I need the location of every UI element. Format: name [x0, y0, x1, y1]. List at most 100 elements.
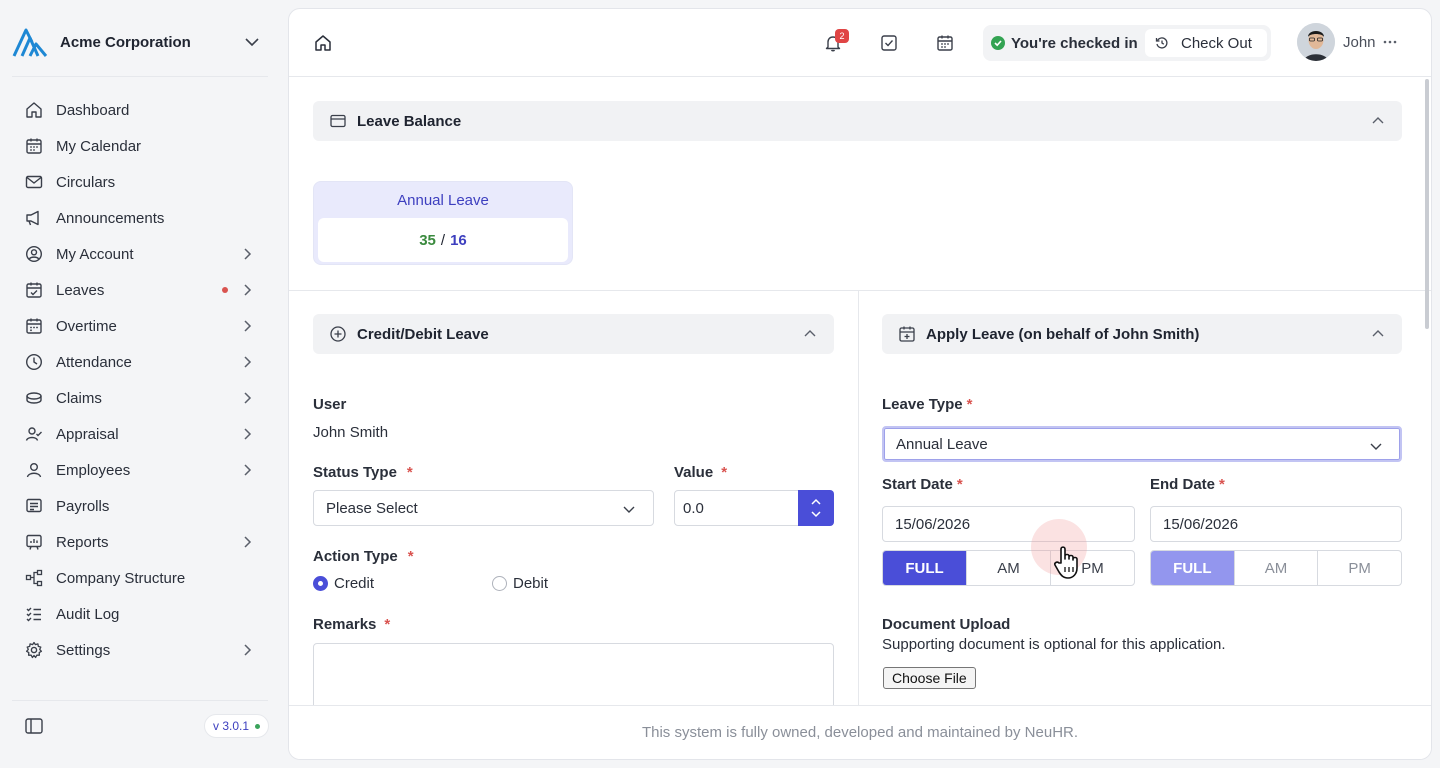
sidebar-item-appraisal[interactable]: Appraisal	[12, 416, 268, 452]
sidebar-item-my-account[interactable]: My Account	[12, 236, 268, 272]
chevron-down-icon[interactable]	[242, 32, 262, 52]
credit-debit-header[interactable]: Credit/Debit Leave	[313, 314, 834, 354]
action-type-label: Action Type *	[313, 548, 414, 565]
home-icon[interactable]	[313, 33, 333, 53]
org-name: Acme Corporation	[60, 33, 191, 51]
leave-balance-value: 35 / 16	[318, 218, 568, 262]
plus-circle-icon	[330, 326, 346, 342]
top-bar: 2 You're checked in Check Out John	[289, 9, 1431, 77]
user-name[interactable]: John	[1343, 34, 1376, 51]
sidebar-item-label: Circulars	[56, 173, 116, 191]
sidebar-item-attendance[interactable]: Attendance	[12, 344, 268, 380]
radio-credit[interactable]: Credit	[313, 575, 374, 592]
document-upload-label: Document Upload	[882, 616, 1011, 633]
scrollbar[interactable]	[1425, 79, 1429, 329]
sidebar-item-claims[interactable]: Claims	[12, 380, 268, 416]
chevron-up-icon[interactable]	[1370, 326, 1386, 342]
check-out-button[interactable]: Check Out	[1145, 29, 1267, 57]
label-text: Action Type	[313, 548, 398, 565]
sidebar-item-reports[interactable]: Reports	[12, 524, 268, 560]
section-title: Credit/Debit Leave	[357, 325, 489, 343]
chevron-right-icon	[244, 356, 252, 368]
chevron-up-icon[interactable]	[810, 498, 822, 506]
required-mark: *	[956, 476, 963, 493]
avatar[interactable]	[1297, 23, 1335, 61]
radio-label: Credit	[334, 575, 375, 592]
label-text: Remarks	[313, 616, 377, 633]
divider	[12, 76, 268, 77]
apply-leave-header[interactable]: Apply Leave (on behalf of John Smith)	[882, 314, 1402, 354]
sidebar-item-leaves[interactable]: Leaves	[12, 272, 268, 308]
sidebar-item-dashboard[interactable]: Dashboard	[12, 92, 268, 128]
sidebar-item-payrolls[interactable]: Payrolls	[12, 488, 268, 524]
sidebar-item-company-structure[interactable]: Company Structure	[12, 560, 268, 596]
chevron-right-icon	[244, 464, 252, 476]
radio-label: Debit	[513, 575, 549, 592]
segment-am[interactable]: AM	[1233, 551, 1318, 585]
sidebar-item-label: Attendance	[56, 353, 132, 371]
org-switcher[interactable]: Acme Corporation	[12, 20, 272, 64]
check-out-label: Check Out	[1181, 34, 1252, 52]
segment-full[interactable]: FULL	[883, 551, 966, 585]
section-title: Leave Balance	[357, 112, 462, 130]
radio-button[interactable]	[492, 576, 507, 591]
segment-pm[interactable]: PM	[1317, 551, 1401, 585]
mail-icon	[24, 172, 44, 192]
user-check-icon	[24, 424, 44, 444]
sidebar-item-announcements[interactable]: Announcements	[12, 200, 268, 236]
sidebar-item-label: Overtime	[56, 317, 117, 335]
remarks-label: Remarks *	[313, 616, 390, 633]
more-horizontal-icon[interactable]	[1381, 33, 1399, 51]
status-type-select[interactable]: Please Select	[313, 490, 654, 526]
sidebar-item-overtime[interactable]: Overtime	[12, 308, 268, 344]
leave-balance-header[interactable]: Leave Balance	[313, 101, 1402, 141]
leave-type-select[interactable]: Annual Leave	[882, 426, 1402, 462]
main-panel: 2 You're checked in Check Out John Leave…	[288, 8, 1432, 760]
calendar-check-icon	[24, 280, 44, 300]
section-title: Apply Leave (on behalf of John Smith)	[926, 325, 1200, 343]
start-date-input[interactable]: 15/06/2026	[882, 506, 1135, 542]
hand-pointer-icon	[1054, 546, 1078, 579]
sidebar-item-circulars[interactable]: Circulars	[12, 164, 268, 200]
radio-debit[interactable]: Debit	[492, 575, 548, 592]
sidebar-item-audit-log[interactable]: Audit Log	[12, 596, 268, 632]
chevron-right-icon	[244, 284, 252, 296]
input-value: 0.0	[683, 499, 704, 517]
chevron-right-icon	[244, 644, 252, 656]
status-type-label: Status Type *	[313, 464, 413, 481]
chevron-up-icon[interactable]	[1370, 113, 1386, 129]
calendar-icon	[24, 136, 44, 156]
sidebar-item-label: Dashboard	[56, 101, 130, 119]
required-mark: *	[406, 464, 413, 481]
sidebar-nav: Dashboard My Calendar Circulars Announce…	[12, 92, 268, 668]
sidebar-toggle-icon[interactable]	[24, 716, 44, 736]
end-date-input[interactable]: 15/06/2026	[1150, 506, 1402, 542]
org-chart-icon	[24, 568, 44, 588]
calendar-plus-icon	[899, 326, 915, 342]
sidebar-item-settings[interactable]: Settings	[12, 632, 268, 668]
separator: /	[440, 231, 446, 249]
chevron-down-icon	[623, 506, 635, 513]
chevron-right-icon	[244, 392, 252, 404]
calendar-clock-icon	[24, 316, 44, 336]
sidebar-item-label: Settings	[56, 641, 111, 659]
sidebar-item-label: Audit Log	[56, 605, 120, 623]
sidebar-item-employees[interactable]: Employees	[12, 452, 268, 488]
input-value: 15/06/2026	[1163, 515, 1239, 533]
sidebar-item-label: Payrolls	[56, 497, 110, 515]
checkin-status-bar: You're checked in Check Out	[983, 25, 1271, 61]
chevron-down-icon[interactable]	[810, 510, 822, 518]
sidebar-item-label: My Account	[56, 245, 134, 263]
sidebar-item-my-calendar[interactable]: My Calendar	[12, 128, 268, 164]
task-check-icon[interactable]	[879, 33, 899, 53]
chevron-up-icon[interactable]	[802, 326, 818, 342]
value-input[interactable]: 0.0	[674, 490, 799, 526]
chevron-right-icon	[244, 248, 252, 260]
choose-file-button[interactable]: Choose File	[883, 667, 976, 689]
user-value: John Smith	[313, 424, 389, 441]
segment-full[interactable]: FULL	[1151, 551, 1234, 585]
radio-button[interactable]	[313, 576, 328, 591]
value-stepper[interactable]	[798, 490, 834, 526]
calendar-icon[interactable]	[935, 33, 955, 53]
wallet-icon	[330, 114, 346, 128]
